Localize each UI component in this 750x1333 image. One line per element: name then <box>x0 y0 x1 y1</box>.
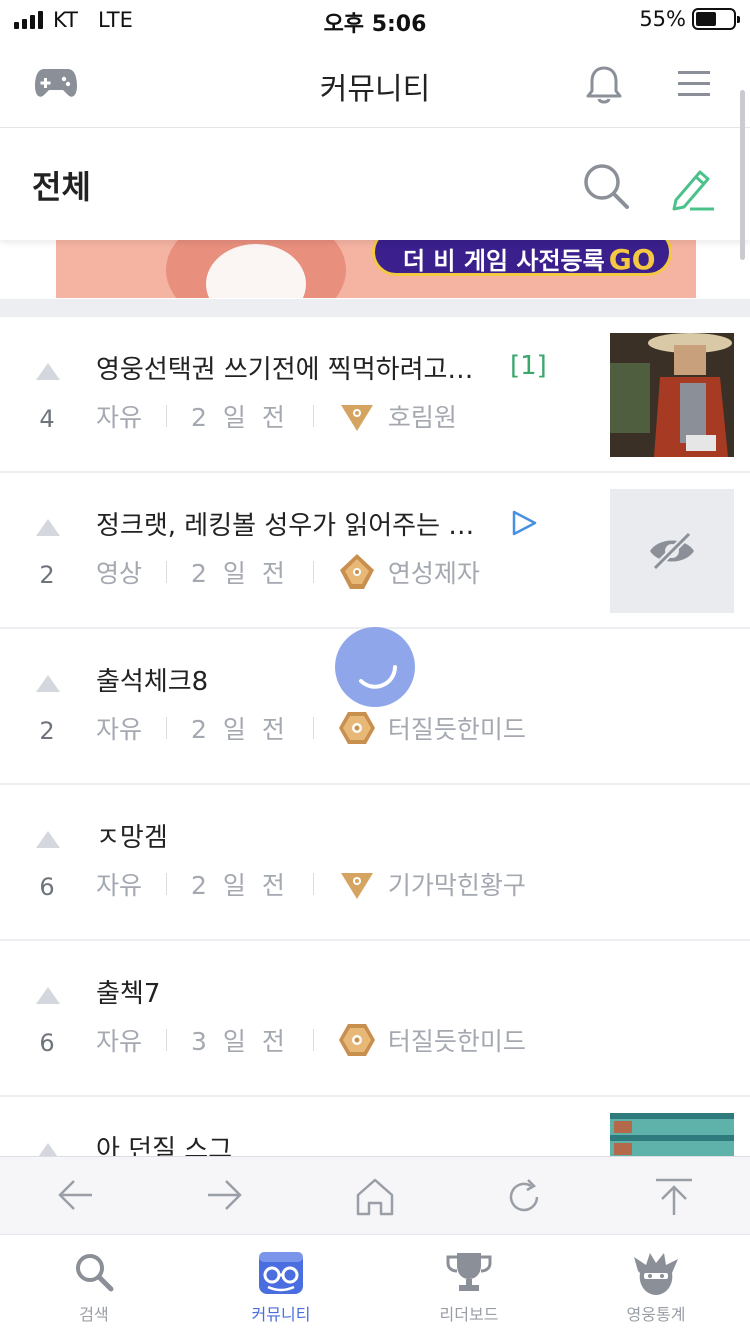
upvote-icon[interactable] <box>36 519 60 536</box>
post-thumbnail-hidden[interactable] <box>610 489 734 613</box>
upvote-icon[interactable] <box>36 831 60 848</box>
search-icon <box>76 1254 114 1292</box>
banner-cta[interactable]: 더 비 게임 사전등록 GO <box>372 240 672 276</box>
post-meta: 자유 2 일 전 기가막힌황구 <box>96 865 526 903</box>
tier-gold-icon <box>338 712 375 744</box>
browser-toolbar <box>0 1156 750 1234</box>
pencil-icon[interactable] <box>670 164 718 212</box>
page-title: 커뮤니티 <box>319 72 431 107</box>
post-meta: 자유 3 일 전 터질듯한미드 <box>96 1021 526 1059</box>
upvote-icon[interactable] <box>36 675 60 692</box>
author-name[interactable]: 터질듯한미드 <box>388 710 526 746</box>
list-item[interactable]: 6 출첵7 자유 3 일 전 터질듯한미드 <box>0 941 750 1097</box>
vote-count: 2 <box>39 717 55 745</box>
post-title[interactable]: 출석체크8 <box>96 661 208 698</box>
comment-count: [1] <box>510 351 547 381</box>
author-name[interactable]: 기가막힌황구 <box>388 866 526 902</box>
post-date: 2 일 전 <box>191 403 289 432</box>
forward-arrow-icon[interactable] <box>204 1177 244 1213</box>
post-thumbnail[interactable] <box>610 333 734 457</box>
loading-spinner <box>335 627 415 707</box>
video-play-icon <box>512 510 537 536</box>
post-date: 2 일 전 <box>191 559 289 588</box>
post-category: 자유 <box>96 403 143 432</box>
post-title[interactable]: 영웅선택권 쓰기전에 찍먹하려고… <box>96 349 473 386</box>
post-title[interactable]: ㅈ망겜 <box>96 817 168 854</box>
search-icon[interactable] <box>580 160 632 212</box>
category-bar: 전체 <box>0 128 750 240</box>
tab-label: 리더보드 <box>439 1305 499 1324</box>
clock: 오후 5:06 <box>323 12 427 37</box>
status-right: 55% <box>639 7 740 31</box>
eye-off-icon <box>650 531 694 571</box>
tab-search[interactable]: 검색 <box>0 1235 188 1333</box>
author-name[interactable]: 연성제자 <box>388 554 480 590</box>
scrollbar[interactable] <box>740 90 745 260</box>
post-category: 영상 <box>96 559 143 588</box>
list-item[interactable]: 6 ㅈ망겜 자유 2 일 전 기가막힌황구 <box>0 785 750 941</box>
hero-icon <box>634 1253 678 1295</box>
upvote-icon[interactable] <box>36 363 60 380</box>
vote-count: 4 <box>39 405 55 433</box>
status-bar: KT LTE 오후 5:06 55% <box>0 0 750 42</box>
upvote-icon[interactable] <box>36 987 60 1004</box>
post-list: 4 영웅선택권 쓰기전에 찍먹하려고… [1] 자유 2 일 전 호림원 2 정… <box>0 317 750 1253</box>
tier-gold-icon <box>338 1024 375 1056</box>
vote-count: 6 <box>39 873 55 901</box>
tier-bronze-icon <box>340 405 373 431</box>
post-category: 자유 <box>96 1027 143 1056</box>
trophy-icon <box>446 1253 492 1291</box>
spinner-arc-icon <box>359 665 397 689</box>
post-title[interactable]: 출첵7 <box>96 973 160 1010</box>
post-date: 2 일 전 <box>191 715 289 744</box>
category-title[interactable]: 전체 <box>32 162 91 208</box>
post-meta: 영상 2 일 전 연성제자 <box>96 553 480 591</box>
bottom-tab-bar: 검색 커뮤니티 리더보드 영웅통계 <box>0 1234 750 1333</box>
tab-label: 영웅통계 <box>626 1305 686 1324</box>
post-date: 3 일 전 <box>191 1027 289 1056</box>
scroll-top-icon[interactable] <box>654 1177 694 1217</box>
tab-community[interactable]: 커뮤니티 <box>187 1235 375 1333</box>
post-title[interactable]: 정크랫, 레킹볼 성우가 읽어주는 … <box>96 505 474 542</box>
battery-percent: 55% <box>639 7 686 31</box>
battery-icon <box>692 8 740 30</box>
post-category: 자유 <box>96 871 143 900</box>
bell-icon[interactable] <box>584 64 624 106</box>
post-meta: 자유 2 일 전 터질듯한미드 <box>96 709 526 747</box>
section-divider <box>0 299 750 317</box>
back-arrow-icon[interactable] <box>56 1177 96 1213</box>
tier-bronze-icon <box>340 873 373 899</box>
post-date: 2 일 전 <box>191 871 289 900</box>
tab-hero-stats[interactable]: 영웅통계 <box>562 1235 750 1333</box>
post-meta: 자유 2 일 전 호림원 <box>96 397 457 435</box>
app-header: 커뮤니티 <box>0 42 750 128</box>
community-icon <box>259 1252 303 1294</box>
tab-leaderboard[interactable]: 리더보드 <box>375 1235 563 1333</box>
vote-count: 2 <box>39 561 55 589</box>
post-category: 자유 <box>96 715 143 744</box>
list-item[interactable]: 4 영웅선택권 쓰기전에 찍먹하려고… [1] 자유 2 일 전 호림원 <box>0 317 750 473</box>
tab-label: 커뮤니티 <box>251 1305 311 1324</box>
vote-count: 6 <box>39 1029 55 1057</box>
menu-icon[interactable] <box>676 68 712 100</box>
refresh-icon[interactable] <box>504 1177 544 1217</box>
tier-silver-icon <box>339 554 374 589</box>
promo-banner[interactable]: 더 비 게임 사전등록 GO <box>56 240 696 298</box>
tab-label: 검색 <box>79 1305 109 1324</box>
list-item[interactable]: 2 정크랫, 레킹볼 성우가 읽어주는 … 영상 2 일 전 연성제자 <box>0 473 750 629</box>
home-icon[interactable] <box>354 1177 396 1217</box>
author-name[interactable]: 터질듯한미드 <box>388 1022 526 1058</box>
author-name[interactable]: 호림원 <box>388 398 457 434</box>
